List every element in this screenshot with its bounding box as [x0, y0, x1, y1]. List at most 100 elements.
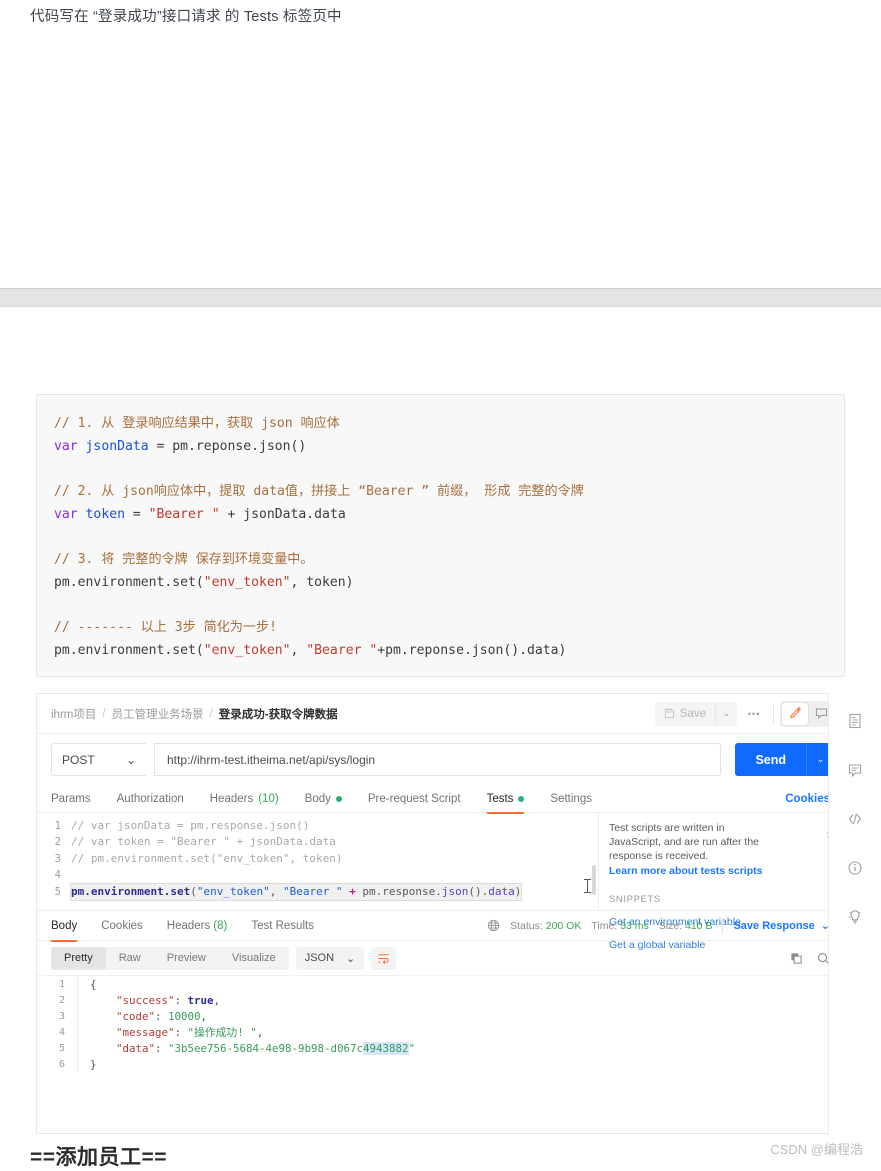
- request-tab-params[interactable]: Params: [51, 785, 104, 813]
- editor-line-number: 2: [54, 836, 61, 849]
- response-body-line: 1{: [37, 976, 844, 992]
- save-button[interactable]: Save: [654, 701, 715, 726]
- response-line-text: "data": "3b5ee756-5684-4e98-9b98-d067c49…: [90, 1041, 416, 1055]
- more-options-button[interactable]: •••: [737, 709, 771, 719]
- send-group: Send ⌄: [735, 743, 834, 776]
- request-tab-body[interactable]: Body: [292, 785, 355, 813]
- request-tabs: Params Authorization Headers (10) Body Pre-re…: [37, 785, 844, 814]
- response-body: 1{2 "success": true, 3 "code": 10000, 4 "m…: [37, 975, 844, 1090]
- editor-line: 3 // pm.environment.set("env_token", toke…: [37, 851, 598, 867]
- copy-icon: [790, 952, 803, 965]
- editor-line-number: 4: [54, 869, 61, 882]
- request-tab-count: (10): [258, 792, 279, 805]
- request-tab-label: Tests: [486, 792, 514, 805]
- code-icon[interactable]: [843, 807, 867, 831]
- cookies-link[interactable]: Cookies: [785, 793, 830, 805]
- chevron-down-icon: ⌄: [346, 952, 356, 965]
- response-body-line: 4 "message": "操作成功! ",: [37, 1024, 844, 1040]
- response-tab-label: Headers: [166, 919, 211, 932]
- request-tab-tests[interactable]: Tests: [474, 785, 538, 814]
- request-tab-label: Params: [51, 792, 91, 805]
- editor-line: 5 pm.environment.set("env_token", "Bearer…: [37, 882, 598, 901]
- watermark: CSDN @编程浩: [770, 1142, 863, 1157]
- code-line: // 2. 从 json响应体中，提取 data值，拼接上 “Bearer ” …: [54, 484, 584, 500]
- comment-icon: [815, 707, 828, 720]
- editor-line: 4: [37, 867, 598, 883]
- chevron-down-icon: ⌄: [125, 752, 136, 767]
- snippets-heading: SNIPPETS: [609, 894, 661, 905]
- learn-more-link[interactable]: Learn more about tests scripts: [609, 865, 834, 877]
- breadcrumb-current-request: 登录成功-获取令牌数据: [218, 708, 338, 721]
- bottom-heading: ==添加员工==: [30, 1146, 168, 1169]
- request-tab-pre-request-script[interactable]: Pre-request Script: [355, 785, 474, 813]
- globe-icon: [487, 919, 500, 932]
- request-tab-label: Settings: [550, 792, 592, 805]
- tests-code-editor[interactable]: 1 // var jsonData = pm.response.json() 2 //…: [37, 813, 599, 910]
- http-method-select[interactable]: POST ⌄: [51, 743, 146, 776]
- save-dropdown-button[interactable]: ⌄: [715, 701, 737, 726]
- response-gutter: [77, 976, 78, 992]
- meta-divider: [722, 917, 724, 934]
- response-gutter: [77, 1008, 78, 1024]
- url-value: http://ihrm-test.itheima.net/api/sys/log…: [167, 752, 376, 767]
- tests-editor-row: 1 // var jsonData = pm.response.json() 2 //…: [37, 813, 844, 951]
- response-gutter: [77, 1024, 78, 1040]
- comment-icon[interactable]: [843, 758, 867, 782]
- response-tab-headers[interactable]: Headers (8): [155, 911, 240, 941]
- breadcrumb-bar: ihrm项目 / 员工管理业务场景 / 登录成功-获取令牌数据 Save ⌄ •…: [37, 694, 844, 734]
- breadcrumb-collection[interactable]: 员工管理业务场景: [112, 706, 204, 722]
- save-response-button[interactable]: Save Response ⌄: [733, 919, 830, 933]
- tab-status-dot-icon: [518, 795, 525, 802]
- request-tab-headers[interactable]: Headers (10): [197, 785, 292, 813]
- bulb-icon[interactable]: [843, 905, 867, 929]
- request-tab-settings[interactable]: Settings: [537, 785, 605, 813]
- editor-line-text: [71, 867, 598, 883]
- url-input[interactable]: http://ihrm-test.itheima.net/api/sys/log…: [154, 743, 722, 776]
- response-body-line: 6}: [37, 1056, 844, 1072]
- response-body-line: 5 "data": "3b5ee756-5684-4e98-9b98-d067c…: [37, 1040, 844, 1056]
- editor-line-number: 1: [54, 820, 61, 832]
- disk-icon: [664, 708, 675, 719]
- response-view-preview[interactable]: Preview: [154, 947, 219, 970]
- response-tools: [790, 952, 830, 965]
- response-tab-test-results[interactable]: Test Results: [239, 911, 326, 941]
- toolbar-divider: [773, 703, 774, 724]
- response-view-pretty[interactable]: Pretty: [51, 946, 106, 970]
- word-wrap-button[interactable]: [371, 946, 397, 970]
- right-sidebar: [828, 693, 881, 1134]
- edit-mode-button[interactable]: [782, 702, 808, 725]
- response-line-number: 6: [58, 1058, 65, 1070]
- response-line-text: "message": "操作成功! ",: [90, 1026, 264, 1039]
- send-button[interactable]: Send: [735, 743, 806, 776]
- response-gutter: [77, 1056, 78, 1072]
- breadcrumb-workspace[interactable]: ihrm项目: [51, 706, 96, 722]
- editor-line-number: 3: [54, 852, 61, 865]
- text-cursor-icon: [584, 879, 591, 893]
- snippets-panel: Test scripts are written in JavaScript, …: [599, 813, 844, 951]
- document-icon[interactable]: [843, 709, 867, 733]
- copy-button[interactable]: [790, 952, 803, 965]
- response-view-raw[interactable]: Raw: [106, 947, 154, 970]
- request-tab-authorization[interactable]: Authorization: [104, 785, 197, 813]
- response-line-text: {: [90, 977, 97, 991]
- editor-line: 1 // var jsonData = pm.response.json(): [37, 818, 598, 834]
- code-line: var jsonData = pm.reponse.json(): [54, 438, 307, 454]
- response-tab-body[interactable]: Body: [51, 911, 89, 942]
- response-language-select[interactable]: JSON ⌄: [295, 946, 365, 970]
- request-tab-label: Authorization: [116, 792, 184, 805]
- response-body-line: 2 "success": true,: [37, 992, 844, 1008]
- info-icon[interactable]: [843, 856, 867, 880]
- response-view-visualize[interactable]: Visualize: [219, 947, 289, 970]
- save-response-label: Save Response: [733, 919, 815, 932]
- response-view-switch: Pretty Raw Preview Visualize: [51, 946, 289, 970]
- response-line-text: }: [90, 1057, 97, 1071]
- request-tab-label: Pre-request Script: [367, 792, 461, 805]
- code-line: pm.environment.set("env_token", token): [54, 574, 354, 590]
- editor-scrollbar[interactable]: [592, 865, 596, 895]
- response-tab-cookies[interactable]: Cookies: [89, 911, 155, 941]
- breadcrumb-separator-1: /: [102, 707, 106, 720]
- snippets-description: Test scripts are written in JavaScript, …: [609, 822, 759, 862]
- response-line-number: 3: [58, 1010, 65, 1022]
- http-method-value: POST: [62, 752, 95, 767]
